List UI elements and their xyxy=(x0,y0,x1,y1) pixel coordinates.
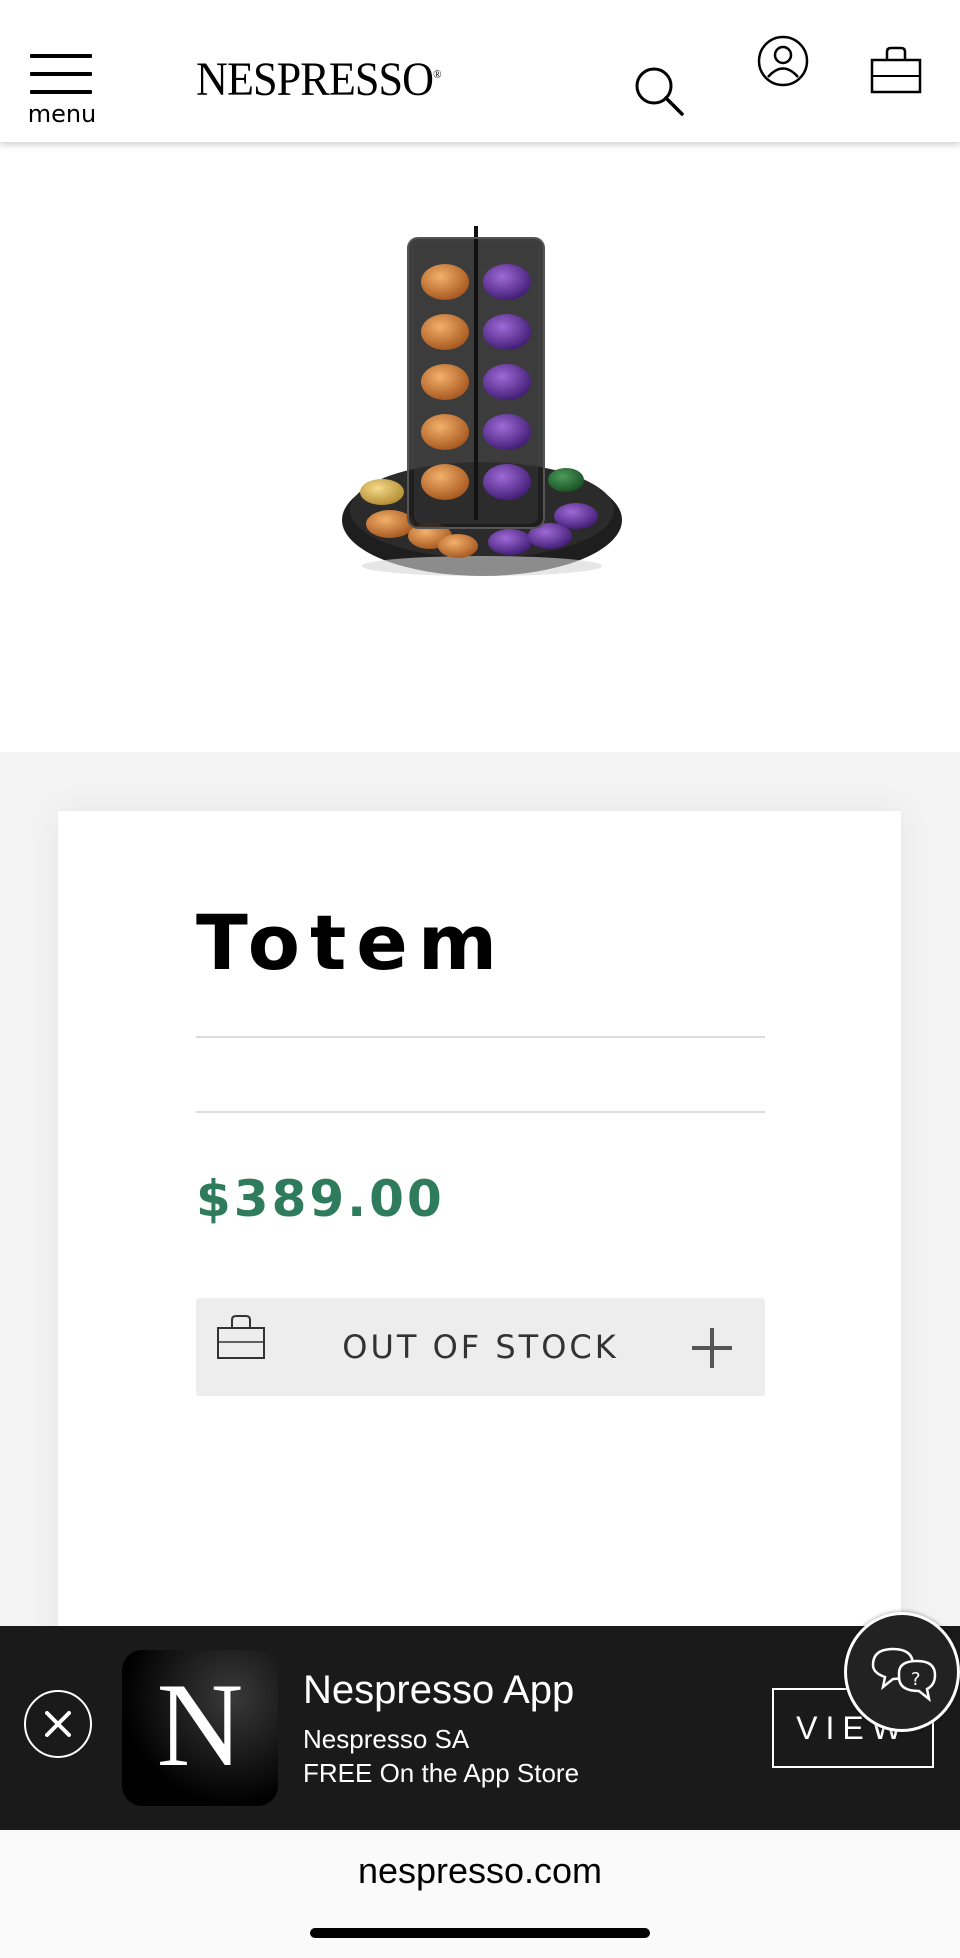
chat-bubbles-icon: ? xyxy=(871,1647,937,1703)
top-navigation-bar: menu NESPRESSO® xyxy=(0,0,960,142)
url-text: nespresso.com xyxy=(357,1850,603,1891)
shopping-bag-icon[interactable] xyxy=(870,46,922,94)
close-icon xyxy=(45,1711,71,1737)
app-name: Nespresso App xyxy=(303,1668,575,1712)
home-indicator[interactable] xyxy=(310,1928,650,1938)
menu-button[interactable]: menu xyxy=(24,52,96,128)
divider-bottom xyxy=(196,1111,765,1113)
add-to-bag-button[interactable]: OUT OF STOCK xyxy=(196,1298,765,1396)
app-price-note: FREE On the App Store xyxy=(303,1758,580,1788)
menu-bar-top xyxy=(30,54,92,58)
product-price: $389.00 xyxy=(196,1170,445,1228)
menu-bar-middle xyxy=(30,72,92,76)
stock-status-label: OUT OF STOCK xyxy=(342,1328,619,1366)
account-icon[interactable] xyxy=(756,34,810,88)
search-icon[interactable] xyxy=(632,64,688,120)
chat-help-button[interactable]: ? xyxy=(844,1612,960,1732)
app-icon-letter: N xyxy=(156,1658,244,1791)
product-image xyxy=(342,226,622,576)
app-developer: Nespresso SA xyxy=(303,1724,470,1754)
logo-registered-mark: ® xyxy=(433,67,441,81)
product-title: Totem xyxy=(196,898,508,987)
browser-url-bar[interactable]: nespresso.com xyxy=(0,1830,960,1958)
menu-bar-bottom xyxy=(30,90,92,94)
app-icon: N xyxy=(122,1650,278,1806)
plus-icon xyxy=(692,1328,732,1368)
nespresso-logo[interactable]: NESPRESSO® xyxy=(196,52,442,107)
product-image-area xyxy=(0,142,960,752)
svg-text:?: ? xyxy=(911,1669,921,1690)
close-banner-button[interactable] xyxy=(24,1690,92,1758)
logo-text: NESPRESSO xyxy=(196,53,434,106)
menu-label: menu xyxy=(27,100,97,128)
divider-top xyxy=(196,1036,765,1038)
app-install-banner: N Nespresso App Nespresso SA FREE On the… xyxy=(0,1626,960,1830)
